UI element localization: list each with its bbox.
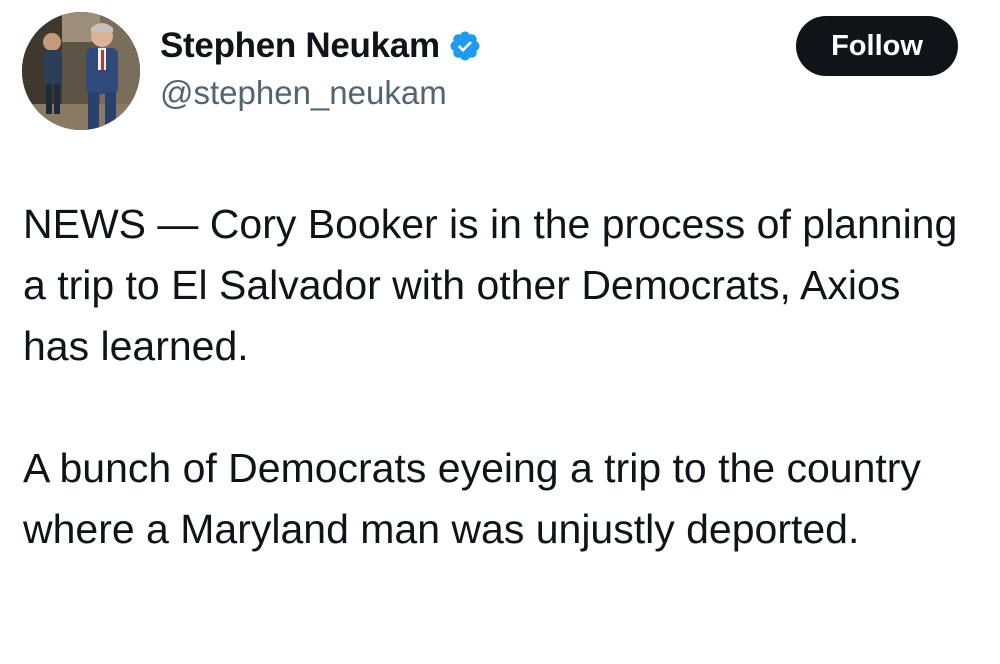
follow-button[interactable]: Follow <box>796 16 958 76</box>
avatar-photo <box>22 12 140 130</box>
verified-badge-icon <box>448 29 482 63</box>
author-display-name[interactable]: Stephen Neukam <box>160 26 440 66</box>
author-handle[interactable]: @stephen_neukam <box>160 74 447 112</box>
tweet-paragraph: NEWS — Cory Booker is in the process of … <box>23 201 958 369</box>
tweet-text: NEWS — Cory Booker is in the process of … <box>23 194 973 560</box>
avatar[interactable] <box>22 12 140 130</box>
tweet-card: Stephen Neukam @stephen_neukam Follow NE… <box>0 0 1000 664</box>
author-name-row: Stephen Neukam <box>160 24 482 68</box>
tweet-paragraph: A bunch of Democrats eyeing a trip to th… <box>23 445 921 552</box>
